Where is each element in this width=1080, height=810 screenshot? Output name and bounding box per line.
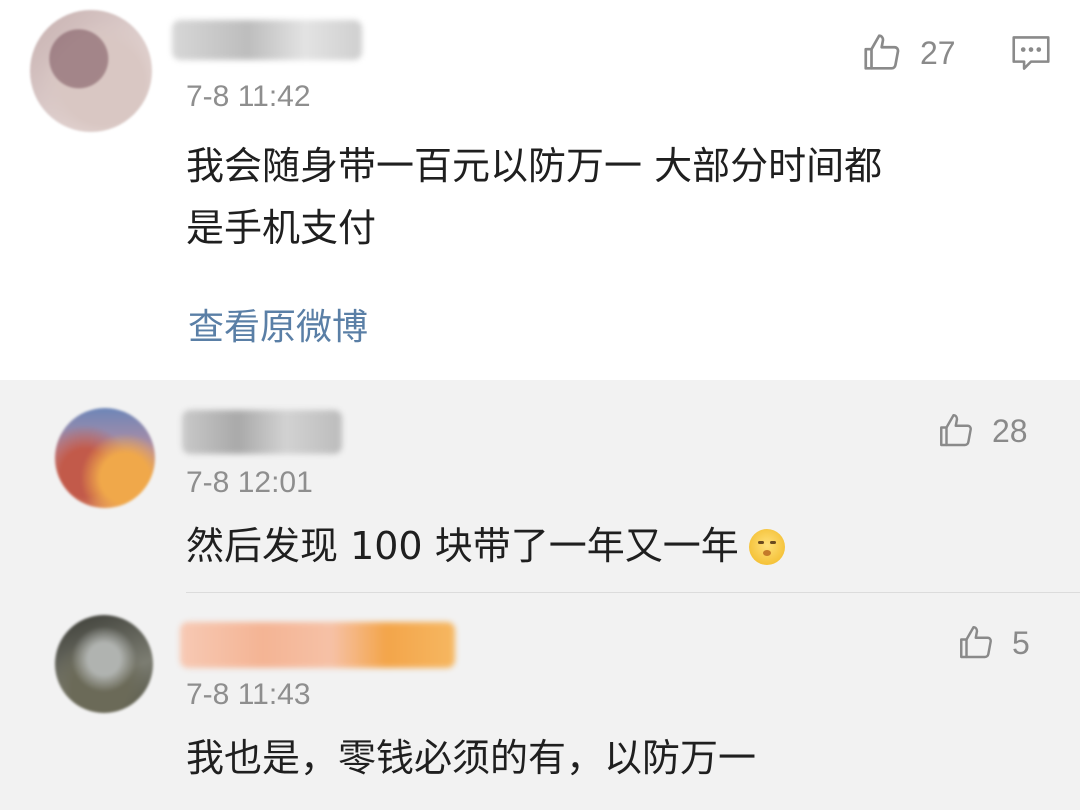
like-count: 27 [920, 34, 956, 71]
username-blurred[interactable] [172, 20, 362, 60]
reply-divider [186, 592, 1080, 593]
reply-avatar[interactable] [55, 615, 153, 713]
comment-text-line-2: 是手机支付 [186, 206, 377, 250]
reply-username-blurred[interactable] [180, 622, 455, 668]
shushing-face-emoji [748, 529, 785, 565]
reply-username-blurred[interactable] [182, 410, 342, 454]
thumbs-up-icon [960, 626, 992, 659]
reply-like-button[interactable]: 5 [956, 622, 1030, 664]
view-original-link[interactable]: 查看原微博 [188, 298, 368, 350]
comment-time: 7-8 11:42 [186, 80, 311, 113]
avatar[interactable] [30, 10, 152, 132]
thumbs-up-icon [940, 414, 972, 447]
reply-avatar[interactable] [55, 408, 155, 508]
reply-text: 我也是，零钱必须的有，以防万一 [186, 736, 757, 780]
comment-icon[interactable] [1010, 34, 1052, 72]
reply-like-count: 28 [992, 412, 1028, 449]
reply-text-content: 然后发现 100 块带了一年又一年 [186, 524, 739, 568]
reply-time: 7-8 11:43 [186, 678, 311, 711]
reply-text: 然后发现 100 块带了一年又一年 [186, 516, 785, 576]
comment-text-line-1: 我会随身带一百元以防万一 大部分时间都 [186, 144, 883, 188]
reply-time: 7-8 12:01 [186, 466, 313, 499]
thumbs-up-icon [864, 34, 900, 70]
reply-like-count: 5 [1012, 624, 1030, 661]
like-button[interactable]: 27 [860, 30, 956, 76]
reply-like-button[interactable]: 28 [936, 410, 1028, 452]
main-comment: 7-8 11:42 27 我会随身带一百元以防万一 大部分时间都 是手机支付 查… [0, 0, 1080, 380]
